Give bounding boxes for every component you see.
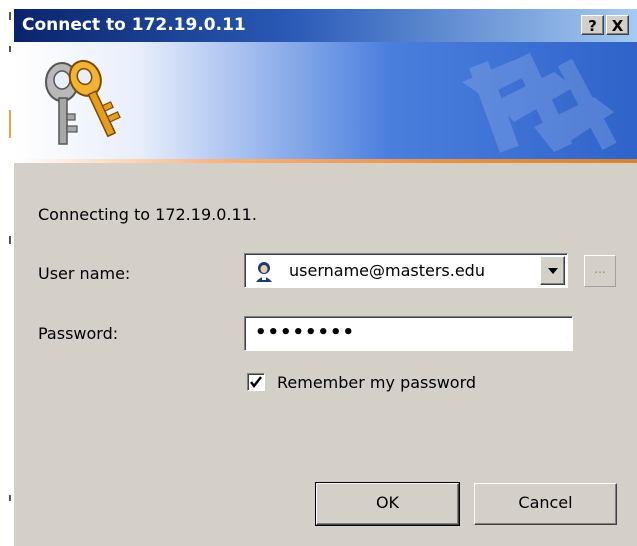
edge-mark [9, 12, 11, 20]
chevron-down-icon [548, 268, 558, 274]
browse-button[interactable]: ... [584, 255, 616, 287]
password-label: Password: [38, 324, 119, 343]
connect-dialog: Connect to 172.19.0.11 ? X Connecting to… [14, 9, 637, 546]
connecting-text: Connecting to 172.19.0.11. [38, 205, 257, 224]
remember-password-checkbox[interactable] [247, 373, 265, 391]
banner-accent-stripe [14, 159, 637, 163]
window-title: Connect to 172.19.0.11 [22, 15, 246, 35]
username-label: User name: [38, 264, 131, 283]
edge-mark [9, 46, 11, 52]
password-field[interactable]: •••••••• [244, 316, 573, 351]
background-edge [0, 0, 14, 546]
keys-icon [45, 59, 121, 145]
remember-password-label[interactable]: Remember my password [277, 373, 476, 393]
user-icon [253, 260, 275, 282]
username-dropdown-button[interactable] [540, 256, 565, 285]
ok-button[interactable]: OK [315, 482, 460, 526]
edge-mark [9, 110, 11, 138]
close-button[interactable]: X [606, 15, 629, 35]
title-bar[interactable]: Connect to 172.19.0.11 ? X [14, 9, 637, 42]
password-value: •••••••• [255, 322, 356, 343]
username-value: username@masters.edu [289, 261, 485, 280]
cancel-button[interactable]: Cancel [474, 483, 617, 525]
help-button[interactable]: ? [581, 15, 604, 35]
checkmark-icon [250, 376, 262, 388]
edge-mark [9, 236, 11, 244]
username-combobox[interactable]: username@masters.edu [244, 253, 568, 288]
edge-mark [9, 495, 11, 501]
dialog-banner [14, 42, 637, 159]
